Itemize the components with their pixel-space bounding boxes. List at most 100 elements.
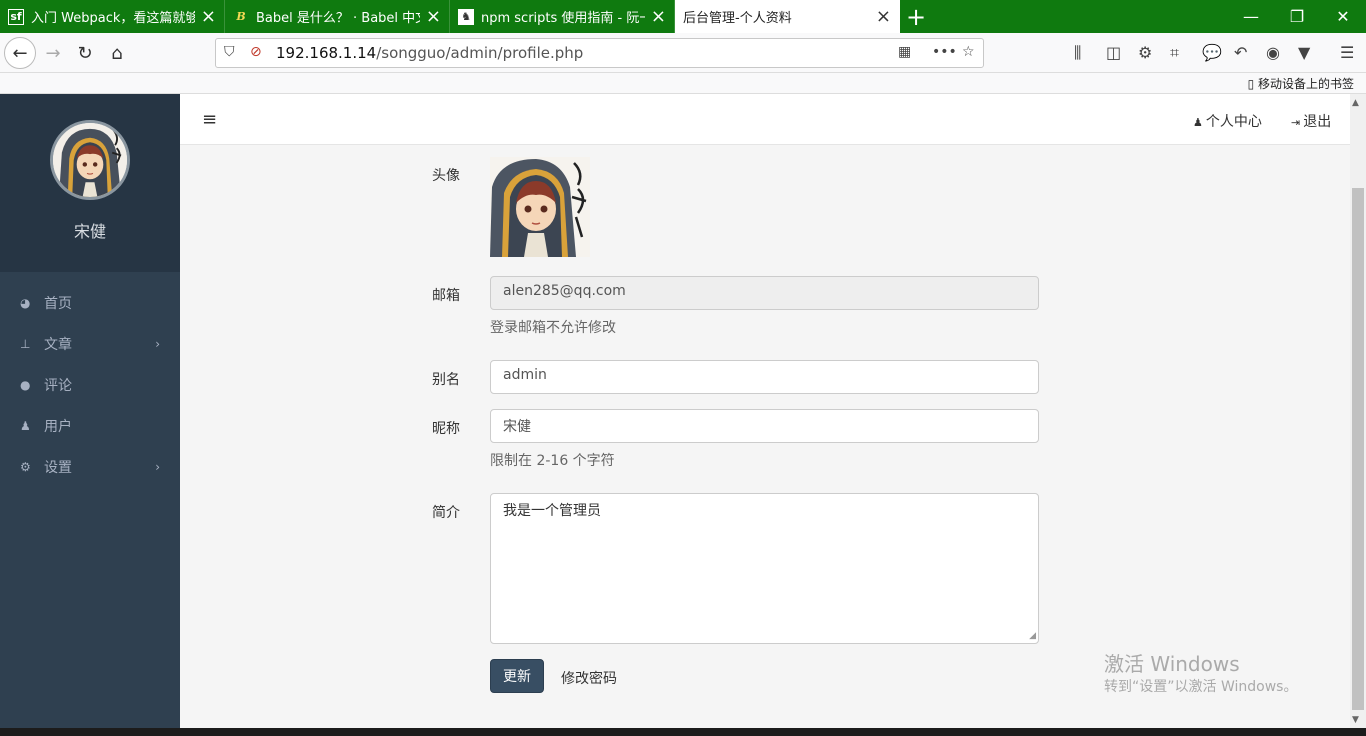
back-arrow-icon[interactable]: ←	[4, 37, 36, 69]
windows-taskbar	[0, 728, 1366, 736]
comments-icon: ●	[20, 377, 31, 392]
sidebar-toggle-icon[interactable]: ◫	[1106, 43, 1121, 62]
avatar-label: 头像	[432, 168, 460, 184]
browser-tab-profile[interactable]: 后台管理-个人资料 ×	[675, 0, 900, 33]
windows-activation-title: 激活 Windows	[1104, 652, 1240, 676]
avatar-upload[interactable]	[490, 157, 590, 257]
slug-field[interactable]: admin	[490, 360, 1039, 394]
profile-link-label: 个人中心	[1205, 114, 1262, 130]
restore-window-icon[interactable]: ❐	[1274, 0, 1320, 33]
close-window-icon[interactable]: ✕	[1320, 0, 1366, 33]
shield-icon[interactable]: ⛉	[224, 44, 235, 60]
sidebar-item-label: 首页	[44, 295, 72, 312]
sidebar-item-label: 设置	[44, 459, 72, 476]
browser-navigation-bar: ← → ↻ ⌂ ⛉ ⊘ 192.168.1.14/songguo/admin/p…	[0, 33, 1366, 73]
page-viewport: 宋健 ◕ 首页 ⊥ 文章 › ● 评论 ♟ 用户 ⚙ 设置 › ≡ ♟ 个人中心…	[0, 94, 1350, 728]
sidebar-item-dashboard[interactable]: ◕ 首页	[0, 282, 180, 323]
bio-textarea[interactable]: 我是一个管理员 ◢	[490, 493, 1039, 644]
nickname-label: 昵称	[432, 421, 460, 437]
nickname-field[interactable]: 宋健	[490, 409, 1039, 443]
qr-code-icon[interactable]: ▦	[898, 44, 911, 60]
babel-favicon-icon: B	[236, 10, 246, 23]
account-icon[interactable]: ◉	[1266, 43, 1280, 62]
page-actions-icon[interactable]: •••	[932, 44, 957, 60]
new-tab-icon[interactable]: +	[900, 0, 932, 33]
chat-bubble-icon[interactable]: 💬	[1202, 43, 1222, 62]
sidebar-item-label: 用户	[44, 418, 72, 435]
url-text[interactable]: 192.168.1.14/songguo/admin/profile.php	[276, 44, 583, 62]
cogs-icon: ⚙	[20, 459, 31, 474]
chevron-right-icon: ›	[155, 336, 160, 351]
nickname-help-text: 限制在 2-16 个字符	[490, 453, 615, 469]
close-tab-icon[interactable]: ×	[426, 7, 441, 26]
slug-label: 别名	[432, 372, 460, 388]
close-tab-icon[interactable]: ×	[201, 7, 216, 26]
user-icon: ♟	[1193, 116, 1203, 129]
tab-title: 入门 Webpack，看这篇就够了	[31, 11, 195, 26]
undo-close-icon[interactable]: ↶	[1234, 43, 1247, 62]
reload-icon[interactable]: ↻	[69, 37, 101, 69]
close-tab-icon[interactable]: ×	[651, 7, 666, 26]
email-field[interactable]: alen285@qq.com	[490, 276, 1039, 310]
sign-out-icon: ⇥	[1291, 116, 1301, 129]
bookmark-star-icon[interactable]: ☆	[962, 44, 975, 60]
avatar[interactable]	[50, 120, 130, 200]
sync-icon[interactable]: ⚙	[1138, 43, 1152, 62]
home-icon[interactable]: ⌂	[101, 37, 133, 69]
bio-text: 我是一个管理员	[503, 503, 601, 519]
users-icon: ♟	[20, 418, 31, 433]
sidebar-toggle-hamburger-icon[interactable]: ≡	[202, 109, 217, 130]
sidebar-item-users[interactable]: ♟ 用户	[0, 405, 180, 446]
tab-title: npm scripts 使用指南 - 阮一峰	[481, 11, 645, 26]
update-button[interactable]: 更新	[490, 659, 544, 693]
resize-grip-icon[interactable]: ◢	[1029, 632, 1036, 641]
profile-link[interactable]: ♟ 个人中心	[1193, 111, 1262, 131]
bookmarks-bar: ▯ 移动设备上的书签	[0, 73, 1366, 94]
insecure-lock-icon[interactable]: ⊘	[250, 44, 262, 60]
minimize-window-icon[interactable]: —	[1228, 0, 1274, 33]
url-host: 192.168.1.14	[276, 44, 377, 62]
avatar-illustration-icon	[490, 157, 590, 257]
sidebar-item-settings[interactable]: ⚙ 设置 ›	[0, 446, 180, 487]
url-bar[interactable]: ⛉ ⊘ 192.168.1.14/songguo/admin/profile.p…	[215, 38, 984, 68]
mobile-bookmarks[interactable]: ▯ 移动设备上的书签	[1248, 75, 1354, 92]
browser-tab-bar: sf 入门 Webpack，看这篇就够了 × B Babel 是什么？ · Ba…	[0, 0, 1366, 33]
browser-tab-webpack[interactable]: sf 入门 Webpack，看这篇就够了 ×	[0, 0, 225, 33]
scroll-down-arrow-icon[interactable]: ▼	[1352, 715, 1359, 725]
scroll-up-arrow-icon[interactable]: ▲	[1352, 98, 1359, 108]
close-tab-icon[interactable]: ×	[876, 7, 891, 26]
windows-activation-subtitle: 转到“设置”以激活 Windows。	[1104, 679, 1298, 695]
change-password-link[interactable]: 修改密码	[561, 668, 617, 688]
bio-label: 简介	[432, 505, 460, 521]
screenshot-crop-icon[interactable]: ⌗	[1170, 43, 1179, 63]
sidebar: 宋健 ◕ 首页 ⊥ 文章 › ● 评论 ♟ 用户 ⚙ 设置 ›	[0, 94, 180, 728]
logout-link[interactable]: ⇥ 退出	[1291, 111, 1331, 131]
library-icon[interactable]: ⫼	[1074, 43, 1081, 63]
url-path: /songguo/admin/profile.php	[376, 44, 584, 62]
sidebar-item-posts[interactable]: ⊥ 文章 ›	[0, 323, 180, 364]
browser-tab-babel[interactable]: B Babel 是什么？ · Babel 中文网 ×	[225, 0, 450, 33]
scrollbar-thumb[interactable]	[1352, 188, 1364, 710]
sidebar-profile: 宋健	[0, 94, 180, 272]
browser-tab-npm[interactable]: ♞ npm scripts 使用指南 - 阮一峰 ×	[450, 0, 675, 33]
tab-title: Babel 是什么？ · Babel 中文网	[256, 11, 420, 26]
dashboard-icon: ◕	[20, 295, 31, 310]
logout-link-label: 退出	[1303, 114, 1332, 130]
npm-favicon-icon: ♞	[458, 8, 474, 25]
avatar-illustration-icon	[53, 123, 127, 197]
menu-icon[interactable]: ☰	[1340, 43, 1354, 62]
email-help-text: 登录邮箱不允许修改	[490, 320, 616, 336]
thumbtack-icon: ⊥	[20, 336, 31, 351]
mobile-bookmarks-label: 移动设备上的书签	[1257, 77, 1354, 91]
email-label: 邮箱	[432, 288, 460, 304]
tab-title: 后台管理-个人资料	[683, 11, 792, 26]
sidebar-user-name: 宋健	[73, 222, 106, 241]
extension-icon[interactable]: ▼	[1298, 43, 1310, 62]
sidebar-menu: ◕ 首页 ⊥ 文章 › ● 评论 ♟ 用户 ⚙ 设置 ›	[0, 272, 180, 487]
sidebar-item-label: 文章	[44, 336, 72, 353]
chevron-right-icon: ›	[155, 459, 160, 474]
page-header: ≡ ♟ 个人中心 ⇥ 退出	[180, 94, 1350, 145]
forward-arrow-icon[interactable]: →	[37, 37, 69, 69]
sidebar-item-comments[interactable]: ● 评论	[0, 364, 180, 405]
profile-form: 头像 邮箱 alen285@qq.com 登录邮箱不允许修改 别名 admin …	[180, 145, 1350, 728]
